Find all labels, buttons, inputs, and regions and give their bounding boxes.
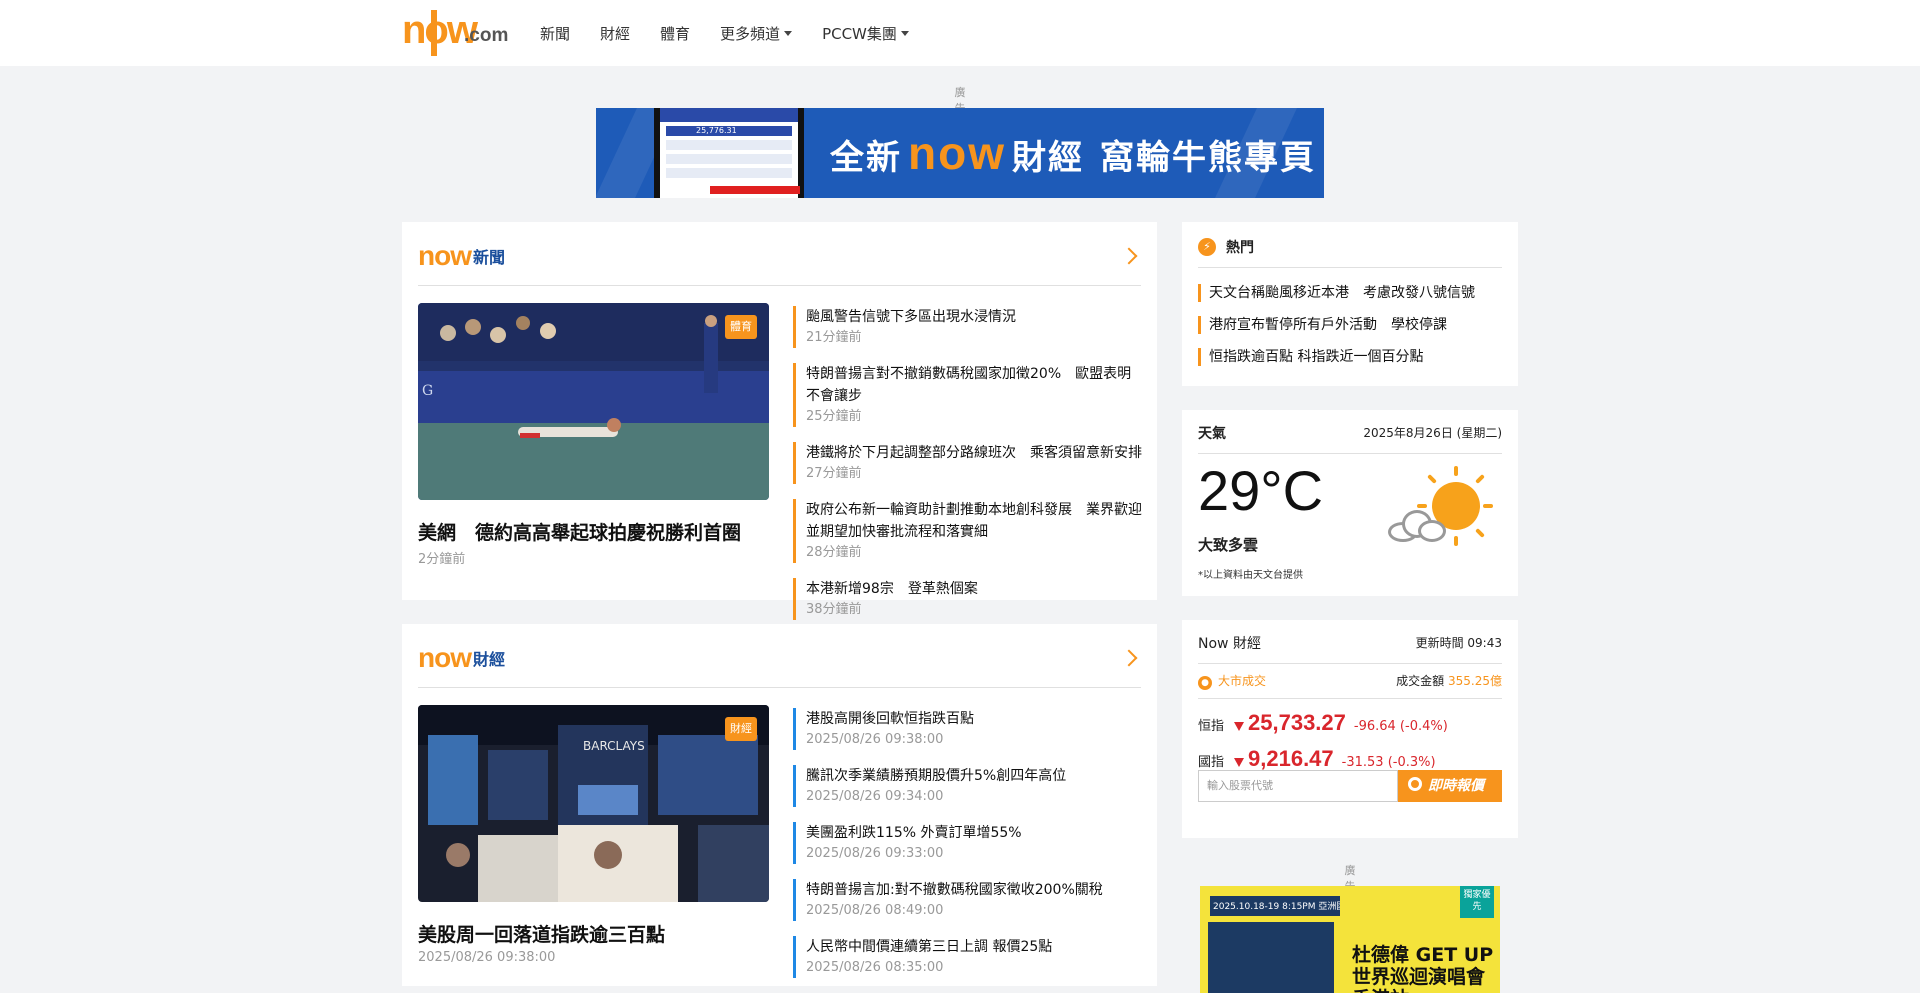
category-tag: 體育	[725, 315, 757, 339]
finance-section: now 財經 BARCLAYS 財經 美股周一回落道指跌逾三百點 2025/08/…	[402, 624, 1157, 986]
now-com-logo[interactable]: now .com	[402, 8, 512, 56]
index-row-hsi[interactable]: 恒指 25,733.27 -96.64 (-0.4%)	[1198, 710, 1502, 736]
stocks-header: Now 財經 更新時間 09:43	[1198, 622, 1502, 664]
svg-text:BARCLAYS: BARCLAYS	[583, 739, 645, 753]
now-finance-logo[interactable]: now 財經	[418, 642, 505, 674]
nav-item-sports[interactable]: 體育	[660, 23, 690, 44]
list-item[interactable]: 本港新增98宗 登革熱個案 38分鐘前	[793, 578, 1143, 620]
finance-hero-title[interactable]: 美股周一回落道指跌逾三百點	[418, 920, 665, 947]
nav-item-pccw[interactable]: PCCW集團	[822, 23, 909, 44]
list-item[interactable]: 特朗普揚言加:對不撤數碼稅國家徵收200%關稅 2025/08/26 08:49:…	[793, 879, 1143, 921]
nav-item-more-channels[interactable]: 更多頻道	[720, 23, 793, 44]
list-item[interactable]: 美團盈利跌115% 外賣訂單增55% 2025/08/26 09:33:00	[793, 822, 1143, 864]
news-hero-title[interactable]: 美網 德約高高舉起球拍慶祝勝利首圈	[418, 518, 741, 545]
search-icon	[1408, 777, 1422, 791]
lightning-icon: ⚡	[1198, 237, 1216, 256]
news-section-header: now 新聞	[418, 238, 1141, 286]
list-item[interactable]: 人民幣中間價連續第三日上調 報價25點 2025/08/26 08:35:00	[793, 936, 1143, 978]
down-arrow-icon	[1234, 722, 1245, 731]
index-row-hscei[interactable]: 國指 9,216.47 -31.53 (-0.3%)	[1198, 746, 1502, 772]
weather-description: 大致多雲	[1198, 536, 1259, 554]
down-arrow-icon	[1234, 758, 1245, 767]
finance-ad-banner[interactable]: 25,776.31 全新 now 財經 窩輪牛熊專頁	[596, 108, 1324, 198]
weather-header: 天氣 2025年8月26日 (星期二)	[1198, 412, 1502, 454]
chevron-right-icon[interactable]	[1120, 649, 1138, 667]
chevron-right-icon[interactable]	[1120, 247, 1138, 265]
finance-hero-time: 2025/08/26 09:38:00	[418, 950, 556, 965]
nav-item-finance[interactable]: 財經	[600, 23, 630, 44]
concert-poster-image	[1208, 922, 1334, 993]
weather-source-note: *以上資料由天文台提供	[1198, 570, 1303, 581]
list-item[interactable]: 騰訊次季業績勝預期股價升5%創四年高位 2025/08/26 09:34:00	[793, 765, 1143, 807]
hot-topics-card: ⚡ 熱門 天文台稱颱風移近本港 考慮改發八號信號 港府宣布暫停所有戶外活動 學校…	[1182, 222, 1518, 386]
finance-section-header: now 財經	[418, 640, 1141, 688]
caret-down-icon	[900, 30, 909, 36]
news-section: now 新聞 G 體育 美網 德約高高舉起球拍慶祝勝利首圈 2分鐘前 颱風警告信號…	[402, 222, 1157, 620]
finance-list: 港股高開後回軟恒指跌百點 2025/08/26 09:38:00 騰訊次季業績勝預…	[793, 708, 1143, 993]
hot-topic-item[interactable]: 天文台稱颱風移近本港 考慮改發八號信號	[1198, 284, 1475, 302]
stock-quotes-card: Now 財經 更新時間 09:43 ● 大市成交 成交金額 355.25億 恒指 2…	[1182, 620, 1518, 838]
news-hero-image[interactable]: G 體育	[418, 303, 769, 500]
top-navbar: now .com 新聞 財經 體育 更多頻道 PCCW集團	[0, 0, 1920, 66]
list-item[interactable]: 港鐵將於下月起調整部分路線班次 乘客須留意新安排 27分鐘前	[793, 442, 1143, 484]
weather-temperature: 29°C	[1198, 459, 1324, 522]
stock-code-input[interactable]: 輸入股票代號	[1198, 770, 1398, 802]
list-item[interactable]: 特朗普揚言對不撤銷數碼稅國家加徵20% 歐盟表明不會讓步 25分鐘前	[793, 363, 1143, 427]
concert-ad[interactable]: 2025.10.18-19 8:15PM 亞洲國際博覽館 獨家優先 杜德偉 GE…	[1200, 886, 1500, 993]
news-list: 颱風警告信號下多區出現水浸情況 21分鐘前 特朗普揚言對不撤銷數碼稅國家加徵20%…	[793, 306, 1143, 635]
phone-graphic: 25,776.31	[654, 108, 804, 198]
svg-text:G: G	[422, 383, 433, 399]
weather-card: 天氣 2025年8月26日 (星期二) 29°C 大致多雲 *以上資料由天文台提…	[1182, 410, 1518, 596]
exclusive-badge: 獨家優先	[1460, 886, 1494, 918]
news-hero-time: 2分鐘前	[418, 552, 466, 567]
nav-item-news[interactable]: 新聞	[540, 23, 570, 44]
now-news-logo[interactable]: now 新聞	[418, 240, 505, 272]
finance-hero-image[interactable]: BARCLAYS 財經	[418, 705, 769, 902]
ad-headline: 全新 now 財經 窩輪牛熊專頁	[830, 127, 1316, 179]
hot-topics-header: ⚡ 熱門	[1198, 226, 1502, 268]
coin-icon: ●	[1198, 676, 1212, 690]
main-nav: 新聞 財經 體育 更多頻道 PCCW集團	[540, 0, 939, 66]
quote-search-button[interactable]: 即時報價	[1398, 770, 1502, 802]
category-tag: 財經	[725, 717, 757, 741]
list-item[interactable]: 政府公布新一輪資助計劃推動本地創科發展 業界歡迎並期望加快審批流程和落實細 28分…	[793, 499, 1143, 563]
list-item[interactable]: 港股高開後回軟恒指跌百點 2025/08/26 09:38:00	[793, 708, 1143, 750]
caret-down-icon	[784, 30, 793, 36]
hot-topic-item[interactable]: 恒指跌逾百點 科指跌近一個百分點	[1198, 348, 1423, 366]
turnover-row: ● 大市成交 成交金額 355.25億	[1198, 672, 1502, 699]
list-item[interactable]: 颱風警告信號下多區出現水浸情況 21分鐘前	[793, 306, 1143, 348]
weather-date: 2025年8月26日 (星期二)	[1363, 426, 1502, 440]
hot-topic-item[interactable]: 港府宣布暫停所有戶外活動 學校停課	[1198, 316, 1447, 334]
